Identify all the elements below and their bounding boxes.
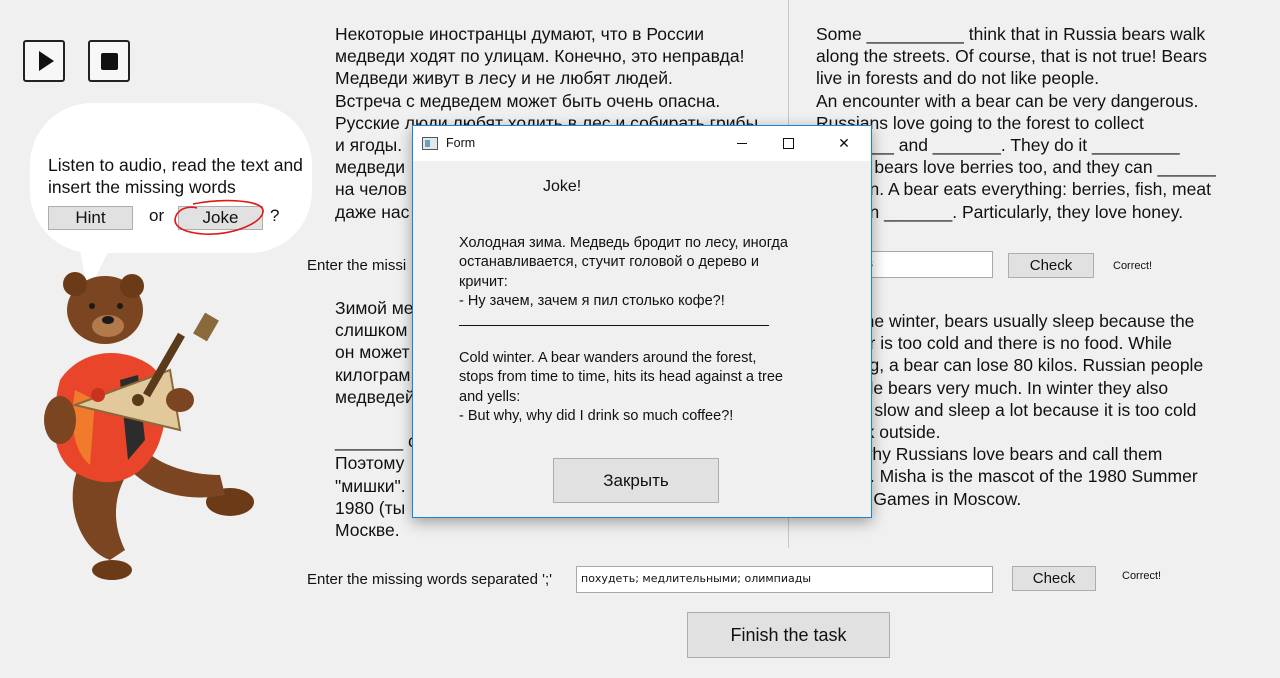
english-text-part2: the winter, bears usually sleep because … [859,311,1204,509]
stop-icon [100,52,118,70]
joke-russian-text: Холодная зима. Медведь бродит по лесу, и… [459,235,788,309]
maximize-icon [782,138,794,149]
bear-mascot-image [44,272,254,580]
missing-words-prompt-1: Enter the missi [307,257,407,274]
question-mark: ? [270,206,280,225]
or-label: or [149,206,165,225]
english-text-part1: Some __________ think that in Russia bea… [816,24,1216,222]
instruction-text: Listen to audio, read the text and inser… [48,155,303,197]
finish-task-button[interactable]: Finish the task [687,612,890,658]
hint-button[interactable]: Hint [48,206,133,230]
minimize-button[interactable] [719,126,765,161]
check-button-2[interactable]: Check [1012,566,1096,591]
joke-separator [459,325,769,326]
status-label-1: Correct! [1113,260,1153,272]
app-window-icon [422,137,438,150]
dialog-titlebar[interactable]: Form ✕ [413,126,871,161]
joke-button[interactable]: Joke [178,206,263,230]
dialog-close-button[interactable]: Закрыть [553,458,719,503]
missing-words-input-2[interactable]: похудеть; медлительными; олимпиады [576,566,993,593]
minimize-icon [737,143,747,144]
joke-dialog: Form ✕ Joke! Холодная зима. Медведь брод… [412,125,872,518]
joke-english-text: Cold winter. A bear wanders around the f… [459,350,783,424]
stop-button[interactable] [88,40,130,82]
play-button[interactable] [23,40,65,82]
status-label-2: Correct! [1122,570,1162,582]
close-icon: ✕ [838,135,850,152]
dialog-title: Form [446,136,476,150]
check-button-1[interactable]: Check [1008,253,1094,278]
maximize-button[interactable] [765,126,811,161]
window-close-button[interactable]: ✕ [821,126,867,161]
missing-words-prompt-2: Enter the missing words separated ';' [307,571,553,588]
play-icon [38,51,54,71]
dialog-heading: Joke! [543,178,582,195]
missing-words-input-1[interactable]: cts [852,251,993,278]
